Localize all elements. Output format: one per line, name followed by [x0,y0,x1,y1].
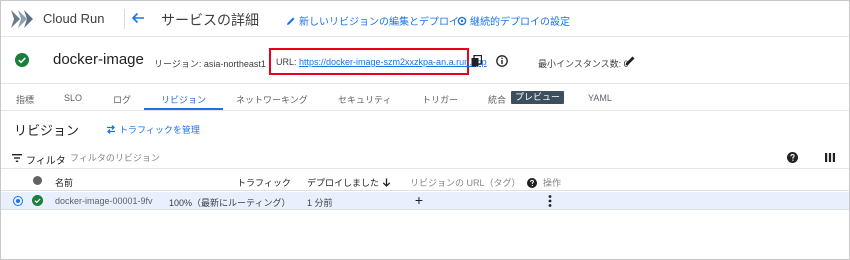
top-bar: Cloud Run サービスの詳細 新しいリビジョンの編集とデプロイ 継続的デプ… [1,1,849,37]
filter-bar: フィルタ [1,147,849,169]
continuous-deploy-button[interactable]: 継続的デプロイの設定 [457,13,570,28]
sync-icon [457,16,467,25]
column-name-label: 名前 [55,178,74,188]
help-icon[interactable] [787,152,798,163]
check-circle-icon [15,53,29,67]
manage-traffic-label: トラフィックを管理 [119,125,200,135]
more-vert-icon[interactable] [546,194,554,208]
tab-networking[interactable]: ネットワーキング [236,93,308,106]
filter-input[interactable] [70,149,470,166]
revision-deployed: 1 分前 [307,198,333,208]
page-title: サービスの詳細 [161,12,259,28]
tab-yaml[interactable]: YAML [588,93,612,103]
pencil-icon [287,17,295,25]
column-traffic-label: トラフィック [237,178,291,188]
active-tab-indicator [144,108,223,110]
status-column-icon [33,176,42,185]
column-actions: 操作 [543,176,561,189]
check-circle-icon [32,195,43,206]
service-name: docker-image [53,51,144,68]
tab-slo[interactable]: SLO [64,93,82,103]
tab-revisions[interactable]: リビジョン [161,93,206,106]
table-row[interactable]: docker-image-00001-9fv 100%（最新にルーティング） 1… [1,192,849,210]
divider [124,9,125,29]
tab-security[interactable]: セキュリティ [338,93,391,106]
service-url: URL: https://docker-image-szm2xxzkpa-an.… [276,57,487,67]
column-traffic[interactable]: トラフィック [237,176,291,189]
edit-deploy-revision-button[interactable]: 新しいリビジョンの編集とデプロイ [286,13,459,28]
revisions-title: リビジョン [14,123,80,138]
min-instances: 最小インスタンス数: 0 [538,59,629,69]
tab-bar: 指標 SLO ログ リビジョン ネットワーキング セキュリティ トリガー 統合 … [1,85,849,111]
product-name[interactable]: Cloud Run [43,11,104,26]
tab-triggers[interactable]: トリガー [422,93,458,106]
service-region: リージョン: asia-northeast1 [154,59,266,69]
swap-icon [107,125,115,134]
filter-label: フィルタ [26,156,66,167]
filter-icon [12,154,22,162]
edit-deploy-label: 新しいリビジョンの編集とデプロイ [299,17,459,28]
tab-metrics[interactable]: 指標 [16,93,34,106]
revision-name[interactable]: docker-image-00001-9fv [55,196,153,206]
column-name[interactable]: 名前 [55,176,73,189]
continuous-deploy-label: 継続的デプロイの設定 [470,17,570,28]
service-header: docker-image リージョン: asia-northeast1 URL:… [1,38,849,84]
column-url-tag-label: リビジョンの URL（タグ） [410,178,521,188]
cloud-run-logo[interactable] [11,10,33,28]
manage-traffic-button[interactable]: トラフィックを管理 [106,123,200,136]
service-url-link[interactable]: https://docker-image-szm2xxzkpa-an.a.run… [299,57,487,67]
tab-integrations[interactable]: 統合 [488,93,506,106]
back-arrow-icon[interactable] [131,11,145,25]
copy-icon[interactable] [471,55,482,67]
edit-icon[interactable] [625,55,636,66]
tab-logs[interactable]: ログ [113,93,131,106]
preview-badge: プレビュー [511,91,565,104]
revision-traffic: 100%（最新にルーティング） [169,198,291,208]
row-radio[interactable] [13,196,23,206]
info-icon[interactable] [496,55,508,67]
column-url-tag: リビジョンの URL（タグ） [410,176,537,189]
url-prefix: URL: [276,57,300,67]
columns-icon[interactable] [825,153,835,162]
column-actions-label: 操作 [543,178,562,188]
revisions-table-header: 名前 トラフィック デプロイしました リビジョンの URL（タグ） 操作 [1,170,849,191]
sort-down-icon [382,178,391,187]
column-deployed-label: デプロイしました [307,178,380,188]
column-deployed[interactable]: デプロイしました [307,176,391,189]
add-tag-button[interactable]: + [413,193,425,207]
help-icon[interactable] [526,177,537,188]
